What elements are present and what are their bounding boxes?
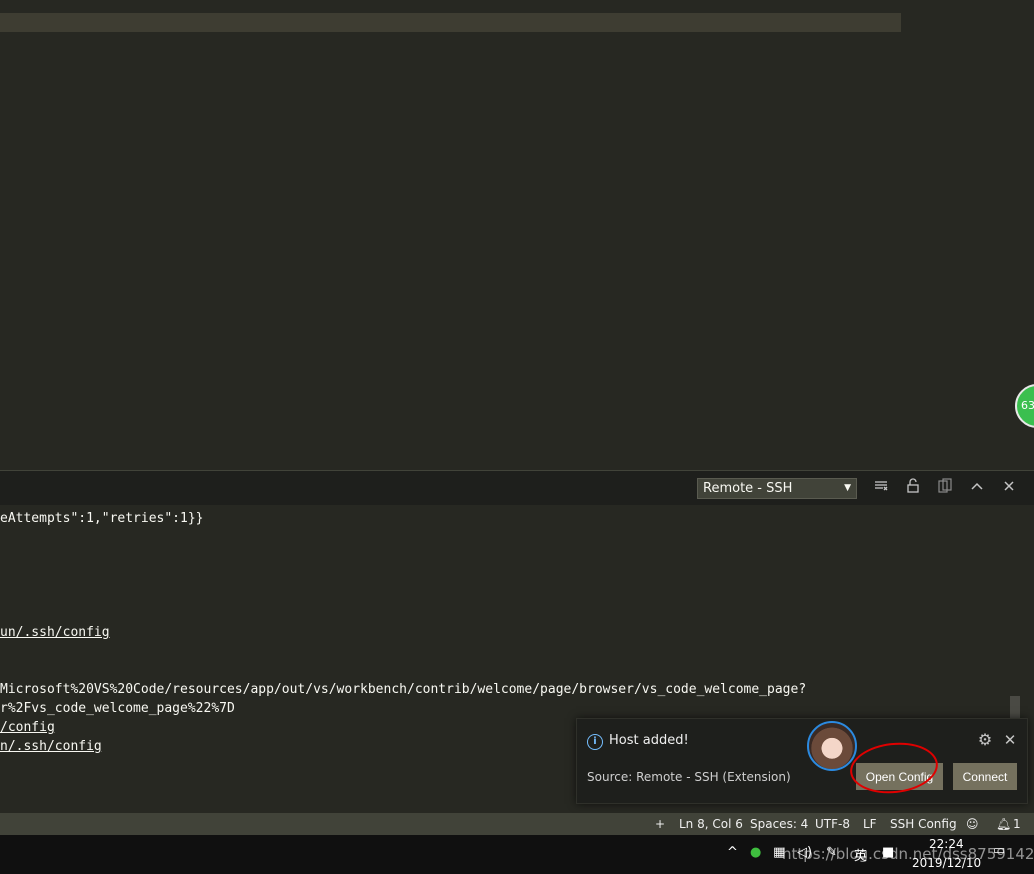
status-plus[interactable]: + (655, 813, 665, 835)
security-tray-icon[interactable]: ● (750, 845, 761, 860)
output-clipped-line: . . . . . . . . . . . . . . . . . . . . … (0, 499, 766, 507)
output-link-line[interactable]: /config (0, 718, 55, 737)
current-line-highlight (0, 13, 901, 32)
chevron-up-icon[interactable] (967, 478, 987, 498)
status-eol[interactable]: LF (863, 813, 877, 835)
status-bar: + Ln 8, Col 6 Spaces: 4 UTF-8 LF SSH Con… (0, 813, 1034, 835)
output-line: eAttempts":1,"retries":1}} (0, 511, 204, 526)
gear-icon[interactable]: ⚙ (976, 731, 994, 749)
output-channel-value: Remote - SSH (703, 481, 793, 496)
info-icon: i (587, 734, 603, 750)
status-language[interactable]: SSH Config (890, 813, 957, 835)
smiley-icon[interactable]: ☺ (966, 813, 979, 835)
status-encoding[interactable]: UTF-8 (815, 813, 850, 835)
chevron-down-icon: ▼ (844, 483, 851, 493)
notification-source: Source: Remote - SSH (Extension) (587, 770, 791, 784)
status-cursor-position[interactable]: Ln 8, Col 6 (679, 813, 743, 835)
notification-toast: i Host added! Source: Remote - SSH (Exte… (576, 718, 1028, 804)
editor-area[interactable] (0, 0, 1034, 470)
notifications-count: 1 (1013, 817, 1021, 831)
output-line: Microsoft%20VS%20Code/resources/app/out/… (0, 682, 807, 697)
bell-icon[interactable]: 🔔︎ (996, 813, 1011, 835)
chevron-up-icon[interactable]: ^ (727, 845, 738, 860)
output-channel-select[interactable]: Remote - SSH ▼ (697, 478, 857, 499)
avatar[interactable] (807, 721, 857, 771)
close-icon[interactable]: ✕ (1001, 731, 1019, 749)
connect-button[interactable]: Connect (953, 763, 1017, 790)
clear-output-icon[interactable] (871, 478, 891, 498)
output-line: r%2Fvs_code_welcome_page%22%7D (0, 701, 235, 716)
output-link-line[interactable]: n/.ssh/config (0, 737, 102, 756)
open-log-icon[interactable] (935, 478, 955, 498)
lock-scroll-icon[interactable] (903, 478, 923, 498)
watermark-text: https://blog.csdn.net/dss875914213 (782, 845, 1034, 863)
status-indentation[interactable]: Spaces: 4 (750, 813, 808, 835)
notification-message: Host added! (609, 733, 689, 748)
close-icon[interactable] (999, 478, 1019, 498)
output-link-line[interactable]: un/.ssh/config (0, 623, 110, 642)
